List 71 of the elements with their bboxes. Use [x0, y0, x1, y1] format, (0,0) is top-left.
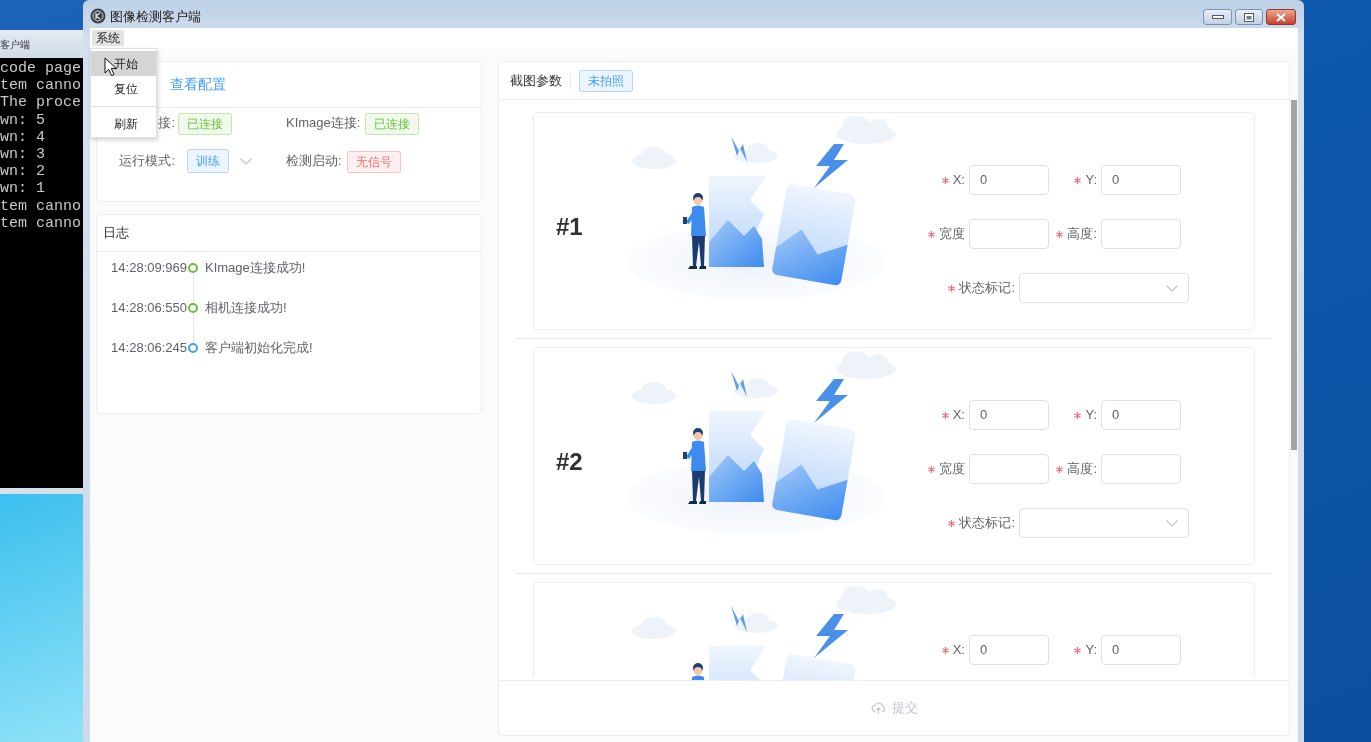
field-label: X: [952, 171, 965, 190]
field-label: 接: [158, 114, 175, 133]
console-line: tem canno [0, 214, 82, 233]
menu-option[interactable]: 刷新 [91, 111, 156, 136]
console-line: wn: 1 [0, 180, 46, 198]
field-label: 状态标记: [959, 279, 1015, 298]
field-label: 运行模式: [119, 152, 175, 171]
dropdown-select[interactable] [1019, 508, 1189, 538]
field-label: 宽度 [939, 225, 965, 244]
log-message: 相机连接成功! [205, 299, 287, 318]
maximize-button[interactable] [1235, 9, 1263, 25]
log-message: KImage连接成功! [205, 259, 306, 278]
field-label: Y: [1085, 171, 1097, 190]
text-input[interactable]: 0 [1101, 165, 1181, 195]
text-input[interactable]: 0 [969, 400, 1049, 430]
panel-title: 日志 [103, 224, 129, 243]
field-label: Y: [1085, 406, 1097, 425]
menu-bar-item[interactable]: 系统 [92, 30, 124, 46]
text-input[interactable]: 0 [1101, 400, 1181, 430]
console-line: wn: 4 [0, 128, 46, 146]
field-label: Y: [1085, 641, 1097, 660]
console-line: wn: 3 [0, 146, 46, 164]
scrollbar-thumb[interactable] [1291, 100, 1297, 450]
field-label: X: [952, 641, 965, 660]
minimize-icon [1211, 15, 1224, 19]
chevron-down-icon [1166, 519, 1178, 527]
text-input[interactable]: 0 [969, 165, 1049, 195]
status-tag: 已连接 [365, 113, 420, 135]
text-input[interactable]: 0 [1101, 635, 1181, 665]
field-label: 检测启动: [286, 152, 342, 171]
field-label: KImage连接: [286, 114, 361, 133]
console-line: wn: 2 [0, 163, 46, 181]
window-title: 客户端 [0, 37, 30, 52]
log-time: 14:28:06:550 [110, 299, 187, 318]
text-input[interactable] [1101, 219, 1181, 249]
minimize-button[interactable] [1203, 9, 1232, 25]
text-input[interactable]: 0 [969, 635, 1049, 665]
maximize-icon [1244, 12, 1254, 22]
dropdown-select[interactable] [1019, 273, 1189, 303]
field-label: 高度: [1067, 225, 1097, 244]
console-line: code page [0, 60, 82, 78]
log-message: 客户端初始化完成! [205, 339, 313, 358]
window-title: 图像检测客户端 [110, 9, 201, 24]
menu-option[interactable]: 开始 [91, 51, 156, 76]
close-button[interactable] [1266, 9, 1296, 25]
log-time: 14:28:06:245 [110, 339, 187, 358]
console-line: tem canno [0, 197, 82, 215]
chevron-down-icon [240, 157, 252, 165]
close-icon [1276, 12, 1286, 22]
field-label: 状态标记: [959, 514, 1015, 533]
cloud-upload-icon [870, 702, 886, 714]
field-label: 高度: [1067, 460, 1097, 479]
text-input[interactable] [969, 219, 1049, 249]
console-line: wn: 5 [0, 111, 46, 129]
menu-option[interactable]: 复位 [91, 76, 156, 101]
chevron-down-icon [1166, 284, 1178, 292]
status-tag: 未拍照 [579, 69, 633, 92]
app-logo-icon [90, 8, 106, 24]
console-line: The proce [0, 94, 82, 112]
field-label: 宽度 [939, 460, 965, 479]
selected-tag: 训练 [187, 149, 229, 173]
panel-title: 截图参数 [510, 71, 562, 90]
field-label: X: [952, 406, 965, 425]
log-time: 14:28:09:969 [110, 259, 187, 278]
text-input[interactable] [969, 454, 1049, 484]
console-line: tem canno [0, 77, 82, 95]
status-tag: 无信号 [346, 151, 401, 173]
status-tag: 已连接 [178, 113, 232, 135]
region-number: #2 [556, 448, 583, 475]
text-input[interactable] [1101, 454, 1181, 484]
region-number: #1 [556, 213, 583, 240]
